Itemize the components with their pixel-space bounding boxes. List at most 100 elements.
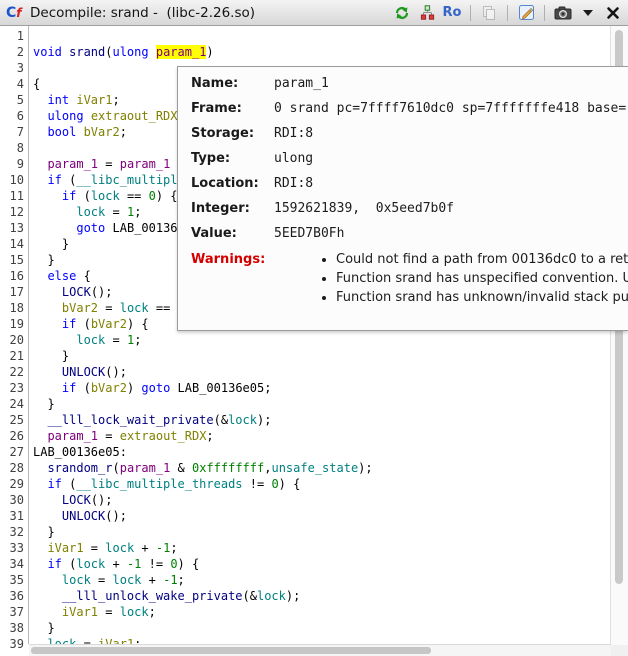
code-line[interactable]: UNLOCK(); bbox=[33, 364, 373, 380]
code-token[interactable]: = bbox=[91, 573, 113, 587]
code-token[interactable]: } bbox=[33, 237, 69, 251]
code-token[interactable] bbox=[33, 509, 62, 523]
code-token[interactable]: 0 bbox=[170, 557, 177, 571]
code-token[interactable]: ) { bbox=[178, 557, 200, 571]
code-token[interactable]: -1 bbox=[127, 557, 141, 571]
code-token[interactable]: ) { bbox=[127, 317, 149, 331]
code-token[interactable]: ; bbox=[264, 381, 271, 395]
code-line[interactable]: iVar1 = lock; bbox=[33, 604, 373, 620]
code-line[interactable]: if (lock + -1 != 0) { bbox=[33, 556, 373, 572]
code-line[interactable] bbox=[33, 28, 373, 44]
horizontal-scrollbar-thumb[interactable] bbox=[31, 647, 431, 654]
code-token[interactable]: ( bbox=[62, 173, 76, 187]
code-token[interactable]: srand bbox=[69, 45, 105, 59]
code-token[interactable]: bool bbox=[47, 125, 83, 139]
code-token[interactable] bbox=[33, 557, 47, 571]
code-token[interactable]: = bbox=[98, 301, 120, 315]
code-token[interactable]: = bbox=[98, 429, 120, 443]
code-token[interactable]: __lll_unlock_wake_private bbox=[62, 589, 243, 603]
code-token[interactable]: ) bbox=[206, 45, 213, 59]
code-token[interactable]: (); bbox=[105, 365, 127, 379]
code-line[interactable]: } bbox=[33, 524, 373, 540]
code-token[interactable] bbox=[33, 173, 47, 187]
code-token[interactable]: ulong bbox=[47, 109, 90, 123]
code-token[interactable]: unsafe_state bbox=[271, 461, 358, 475]
code-line[interactable]: lock = 1; bbox=[33, 332, 373, 348]
code-line[interactable]: if (bVar2) goto LAB_00136e05; bbox=[33, 380, 373, 396]
code-token[interactable]: int bbox=[47, 93, 76, 107]
code-token[interactable]: lock bbox=[113, 573, 142, 587]
ro-icon[interactable]: Ro bbox=[443, 4, 461, 22]
code-token[interactable] bbox=[33, 493, 62, 507]
code-token[interactable]: param_1 bbox=[47, 429, 98, 443]
code-line[interactable]: } bbox=[33, 396, 373, 412]
code-token[interactable]: if bbox=[47, 557, 61, 571]
code-token[interactable]: } bbox=[33, 621, 55, 635]
code-line[interactable]: LAB_00136e05: bbox=[33, 444, 373, 460]
code-line[interactable]: } bbox=[33, 620, 373, 636]
code-token[interactable]: else bbox=[47, 269, 76, 283]
code-token[interactable]: param_1 bbox=[47, 157, 98, 171]
code-token[interactable]: void bbox=[33, 45, 69, 59]
code-token[interactable]: ) bbox=[127, 381, 141, 395]
code-token[interactable]: { bbox=[33, 77, 40, 91]
code-token[interactable]: bVar2 bbox=[91, 381, 127, 395]
code-token[interactable] bbox=[33, 589, 62, 603]
highlighted-param-token[interactable]: param_1 bbox=[156, 45, 207, 59]
code-token[interactable]: ( bbox=[76, 189, 90, 203]
code-token[interactable]: & bbox=[170, 461, 192, 475]
code-token[interactable]: } bbox=[33, 397, 55, 411]
code-token[interactable]: LOCK bbox=[62, 493, 91, 507]
code-token[interactable]: { bbox=[76, 269, 90, 283]
code-token[interactable]: == bbox=[120, 189, 149, 203]
code-token[interactable]: bVar2 bbox=[62, 301, 98, 315]
code-token[interactable]: (); bbox=[105, 509, 127, 523]
code-token[interactable]: if bbox=[62, 381, 76, 395]
code-token[interactable]: } bbox=[33, 349, 69, 363]
code-token[interactable]: = bbox=[105, 205, 127, 219]
code-token[interactable] bbox=[33, 541, 47, 555]
code-token[interactable] bbox=[33, 205, 76, 219]
code-token[interactable]: -1 bbox=[156, 541, 170, 555]
code-token[interactable]: lock bbox=[120, 605, 149, 619]
code-line[interactable]: } bbox=[33, 348, 373, 364]
code-token[interactable]: iVar1 bbox=[62, 605, 98, 619]
code-token[interactable]: goto bbox=[76, 221, 105, 235]
code-token[interactable]: param_1 bbox=[120, 157, 171, 171]
code-token[interactable] bbox=[33, 301, 62, 315]
code-line[interactable]: LOCK(); bbox=[33, 492, 373, 508]
code-token[interactable] bbox=[33, 109, 47, 123]
code-token[interactable]: 0 bbox=[271, 477, 278, 491]
code-token[interactable]: + bbox=[141, 573, 163, 587]
copy-icon[interactable] bbox=[480, 4, 498, 22]
code-token[interactable]: ; bbox=[170, 541, 177, 555]
code-token[interactable]: goto bbox=[141, 381, 170, 395]
code-token[interactable] bbox=[33, 93, 47, 107]
code-token[interactable] bbox=[33, 573, 62, 587]
code-token[interactable]: if bbox=[62, 317, 76, 331]
code-token[interactable]: srandom_r bbox=[47, 461, 112, 475]
code-token[interactable] bbox=[33, 381, 62, 395]
code-token[interactable]: lock bbox=[257, 589, 286, 603]
code-line[interactable]: iVar1 = lock + -1; bbox=[33, 540, 373, 556]
code-token[interactable]: ; bbox=[134, 333, 141, 347]
code-token[interactable]: UNLOCK bbox=[62, 509, 105, 523]
horizontal-scrollbar[interactable] bbox=[29, 644, 611, 656]
code-token[interactable]: lock bbox=[228, 413, 257, 427]
code-token[interactable]: != bbox=[243, 477, 272, 491]
code-token[interactable]: ; bbox=[206, 429, 213, 443]
code-token[interactable]: ( bbox=[76, 381, 90, 395]
code-token[interactable]: == bbox=[149, 301, 178, 315]
code-token[interactable]: iVar1 bbox=[76, 93, 112, 107]
code-token[interactable]: ( bbox=[62, 477, 76, 491]
code-token[interactable]: != bbox=[141, 557, 170, 571]
code-token[interactable] bbox=[33, 365, 62, 379]
code-token[interactable] bbox=[33, 429, 47, 443]
code-token[interactable]: __lll_lock_wait_private bbox=[47, 413, 213, 427]
code-token[interactable]: lock bbox=[76, 333, 105, 347]
code-token[interactable]: bVar2 bbox=[84, 125, 120, 139]
close-icon[interactable] bbox=[604, 4, 622, 22]
code-token[interactable] bbox=[33, 285, 62, 299]
edit-icon[interactable] bbox=[517, 4, 535, 22]
code-line[interactable]: __lll_unlock_wake_private(&lock); bbox=[33, 588, 373, 604]
